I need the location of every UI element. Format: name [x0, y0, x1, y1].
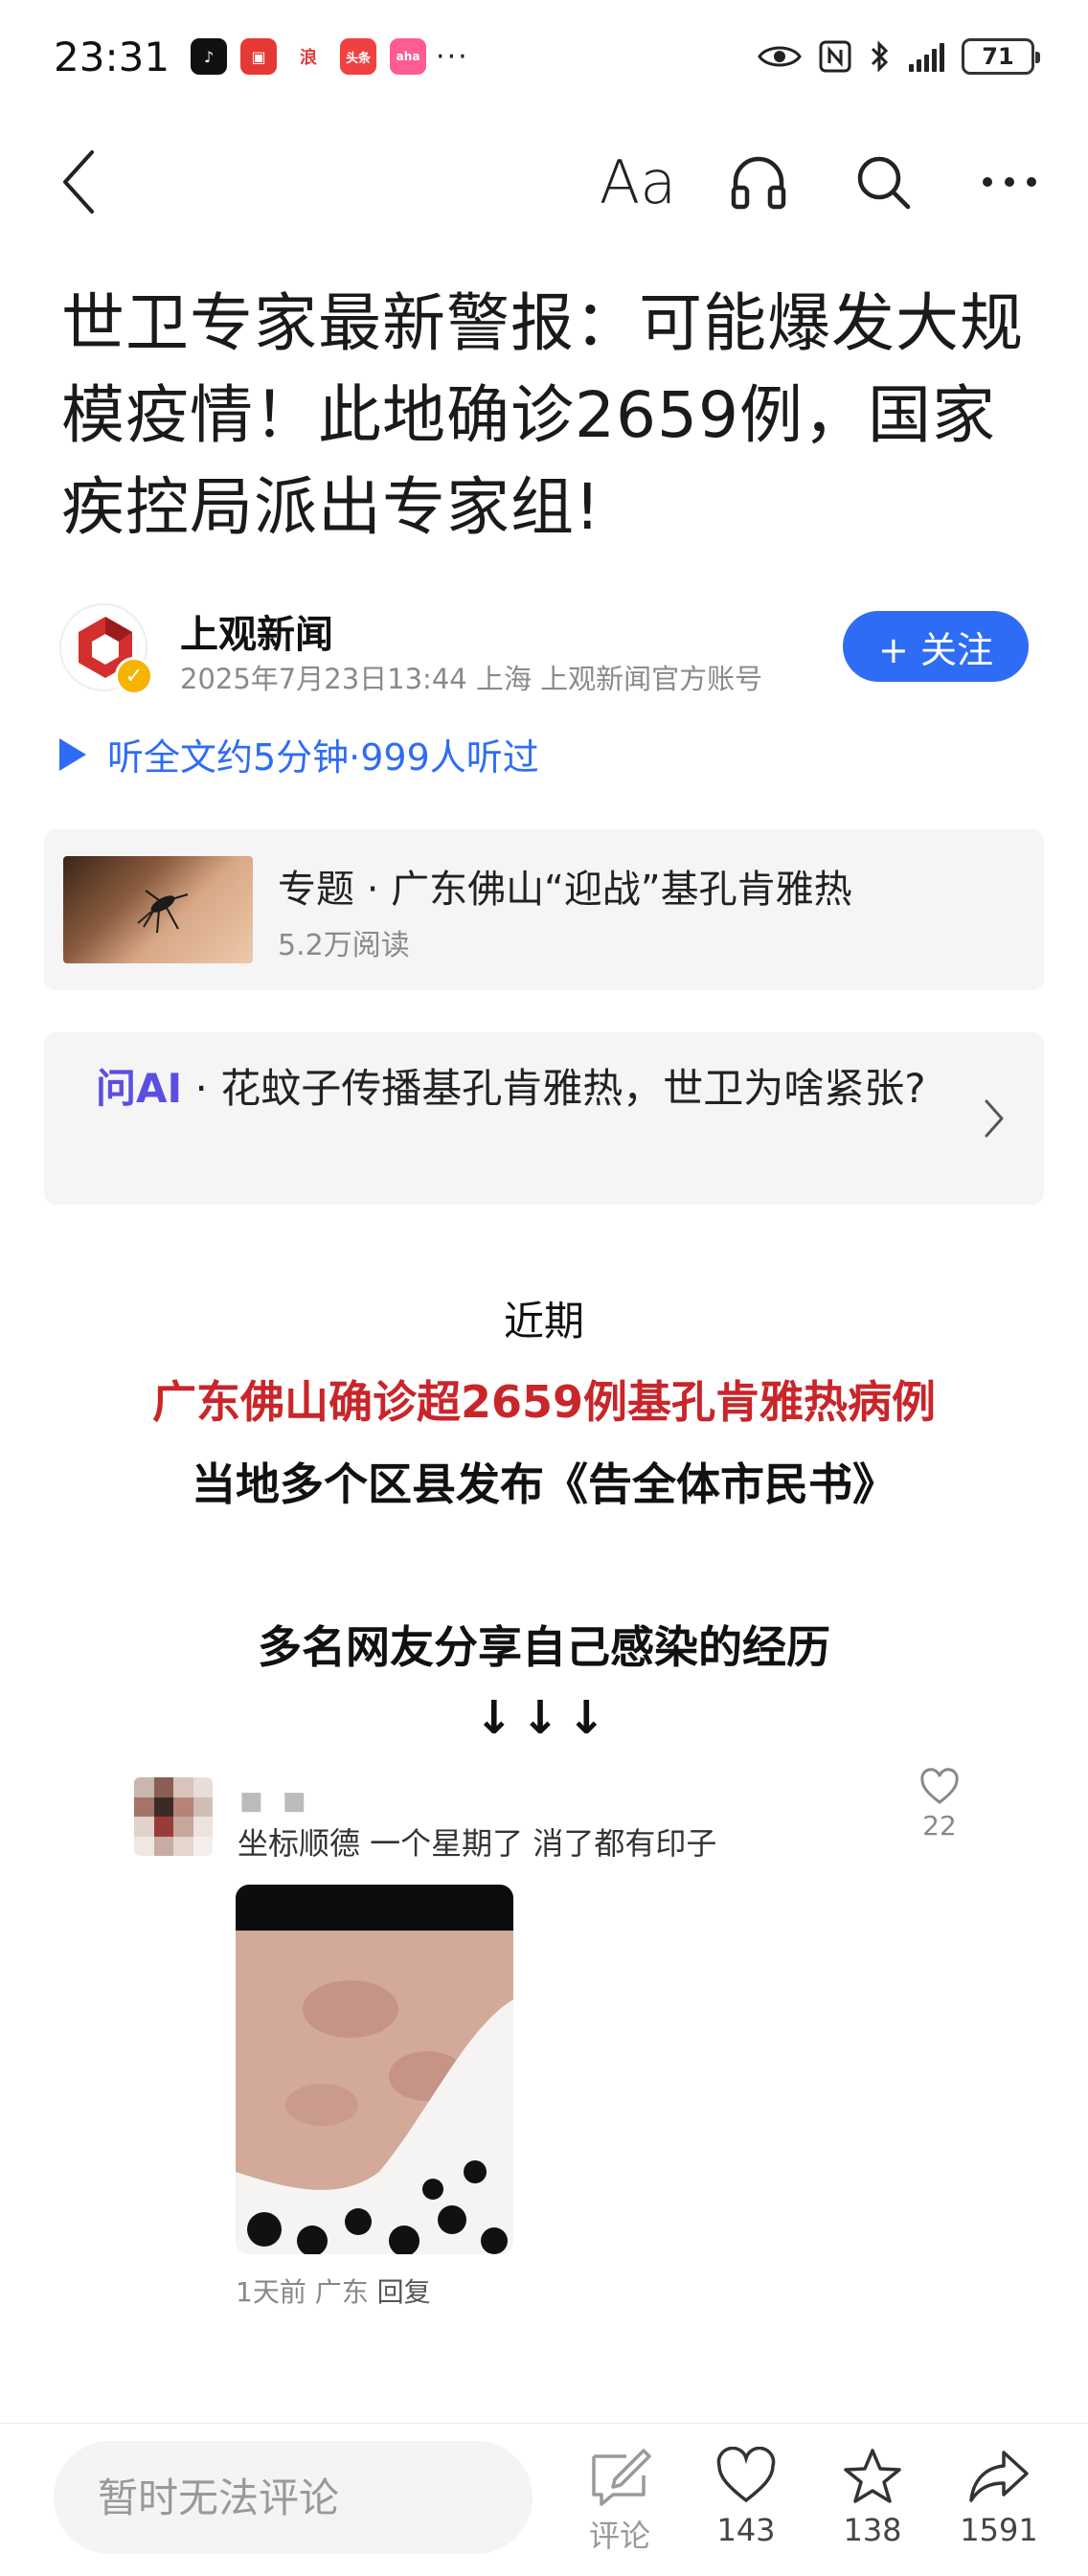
- comment-like-count: 22: [922, 1810, 957, 1842]
- ask-ai-text: · 花蚊子传播基孔肯雅热，世卫为啥紧张?: [182, 1065, 926, 1112]
- share-button[interactable]: 1591: [946, 2447, 1052, 2562]
- listen-label: 听全文约5分钟·999人听过: [107, 736, 539, 779]
- headphones-icon: [731, 156, 786, 210]
- sina-app-icon: 浪: [290, 38, 328, 75]
- like-button[interactable]: 143: [693, 2447, 799, 2562]
- share-arrow-icon: [969, 2451, 1029, 2502]
- comment-input[interactable]: [54, 2441, 533, 2554]
- down-arrows: ↓↓↓: [474, 1691, 614, 1745]
- share-count: 1591: [960, 2512, 1038, 2548]
- pink-app-icon: aha: [390, 38, 427, 75]
- search-icon: [857, 156, 911, 210]
- status-right-icons: 71: [758, 0, 1040, 113]
- author-name[interactable]: 上观新闻: [180, 603, 333, 659]
- topic-card[interactable]: 专题 · 广东佛山“迎战”基孔肯雅热 5.2万阅读: [44, 829, 1044, 990]
- more-button[interactable]: [962, 124, 1057, 239]
- comment-avatar-pixelated: [134, 1777, 213, 1856]
- follow-button[interactable]: + 关注: [843, 611, 1029, 682]
- ask-ai-question: 问AI · 花蚊子传播基孔肯雅热，世卫为啥紧张?: [96, 1059, 958, 1119]
- more-icon: [983, 177, 1036, 187]
- comment-text: 坐标顺德 一个星期了 消了都有印子: [238, 1825, 717, 1862]
- body-line-headline: 广东佛山确诊超2659例基孔肯雅热病例: [151, 1376, 937, 1428]
- search-button[interactable]: [835, 124, 931, 239]
- article-toolbar: Aa: [0, 124, 1088, 239]
- nfc-icon: [819, 40, 851, 73]
- font-size-button[interactable]: Aa: [590, 124, 686, 239]
- topic-title: 专题 · 广东佛山“迎战”基孔肯雅热: [278, 868, 852, 912]
- chevron-right-icon: [985, 1099, 1004, 1138]
- comment-edit-icon: [592, 2449, 651, 2506]
- play-icon: [59, 737, 86, 771]
- neck-rash-photo: [236, 1885, 513, 2254]
- comment-button[interactable]: 评论: [567, 2447, 672, 2562]
- comment-photo: [236, 1885, 513, 2254]
- toutiao-app-icon: 头条: [340, 38, 377, 75]
- topic-thumbnail: [63, 856, 253, 963]
- verified-badge-icon: ✓: [115, 657, 153, 695]
- back-chevron-icon: [63, 150, 94, 214]
- comment-label: 评论: [588, 2518, 650, 2554]
- douyin-app-icon: ♪: [191, 38, 228, 75]
- status-app-icons: ♪ ▣ 浪 头条 aha: [191, 38, 427, 75]
- bluetooth-icon: [871, 40, 889, 73]
- eye-icon: [758, 46, 802, 67]
- battery-icon: 71: [962, 38, 1040, 75]
- listen-button[interactable]: [711, 124, 806, 239]
- back-button[interactable]: [31, 124, 126, 239]
- body-line-recent: 近期: [503, 1298, 584, 1344]
- topic-read-count: 5.2万阅读: [278, 929, 410, 962]
- status-bar: 23:31 ♪ ▣ 浪 头条 aha ··· 71: [0, 0, 1088, 113]
- favorite-button[interactable]: 138: [820, 2447, 925, 2562]
- article-title: 世卫专家最新警报：可能爆发大规模疫情！此地确诊2659例，国家疾控局派出专家组!: [61, 286, 1024, 544]
- author-row: ✓ 上观新闻 2025年7月23日13:44 上海 上观新闻官方账号 + 关注: [59, 599, 1029, 695]
- comment-username-redacted: ■ ■: [239, 1787, 312, 1816]
- favorite-count: 138: [843, 2512, 902, 2548]
- comment-meta: 1天前 广东 回复: [236, 2271, 431, 2310]
- ask-ai-card[interactable]: 问AI · 花蚊子传播基孔肯雅热，世卫为啥紧张?: [44, 1032, 1044, 1205]
- mosquito-image: [137, 890, 189, 934]
- red-app-icon: ▣: [240, 38, 278, 75]
- heart-icon: [716, 2447, 776, 2503]
- comment-like-button: 22: [906, 1768, 973, 1864]
- body-line-netizens: 多名网友分享自己感染的经历: [258, 1621, 830, 1673]
- status-time: 23:31: [54, 33, 170, 80]
- more-notifications-icon: ···: [436, 39, 469, 74]
- bottom-action-bar: 评论 143 138 1591: [0, 2423, 1088, 2576]
- comment-reply-link: 回复: [376, 2276, 431, 2308]
- body-line-notice: 当地多个区县发布《告全体市民书》: [192, 1458, 896, 1510]
- listen-full-text[interactable]: 听全文约5分钟·999人听过: [59, 728, 539, 780]
- ask-ai-tag: 问AI: [96, 1065, 183, 1112]
- star-icon: [844, 2449, 901, 2503]
- heart-outline-icon: [920, 1768, 959, 1804]
- comment-time-location: 1天前 广东: [236, 2276, 377, 2308]
- like-count: 143: [716, 2512, 776, 2548]
- signal-icon: [909, 41, 944, 72]
- author-meta: 2025年7月23日13:44 上海 上观新闻官方账号: [180, 663, 763, 695]
